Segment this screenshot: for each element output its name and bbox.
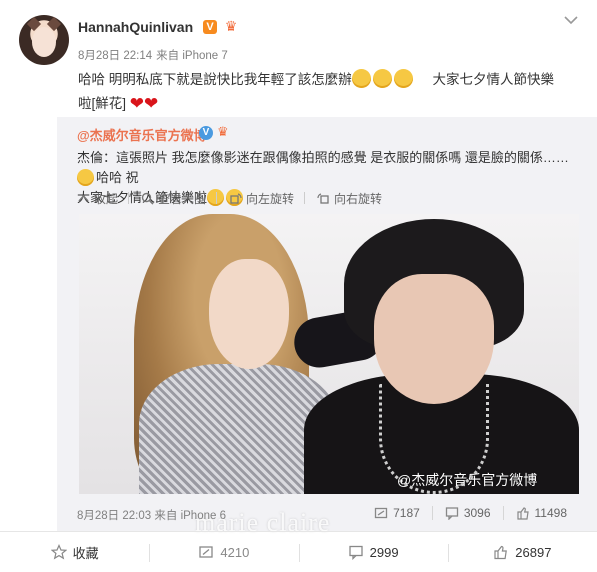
comment-icon — [445, 507, 458, 520]
post-text-line1: 哈哈 明明私底下就是說快比我年輕了該怎麼辦 — [78, 72, 352, 87]
verified-badge[interactable]: V — [199, 126, 213, 140]
collapse-label: 收起 — [94, 191, 119, 206]
member-crown-icon[interactable]: ♛ — [217, 124, 229, 140]
repost-box: @杰威尔音乐官方微博 V ♛ 杰倫：這張照片 我怎麼像影迷在跟偶像拍照的感覺 是… — [57, 117, 597, 531]
emoji-icon — [393, 69, 413, 88]
repost-action-count: 4210 — [220, 544, 250, 560]
repost-button[interactable]: 4210 — [149, 532, 298, 572]
view-large-button[interactable]: 查看大图 — [141, 189, 206, 207]
like-button[interactable]: 26897 — [447, 532, 597, 572]
favorite-button[interactable]: 收藏 — [0, 532, 149, 572]
photo-watermark: @杰威尔音乐官方微博 — [397, 472, 538, 488]
avatar-face — [32, 27, 56, 57]
post-text-line2: 啦[鮮花] — [78, 96, 127, 111]
repost-icon — [199, 546, 214, 558]
collapse-icon — [78, 194, 89, 202]
comment-icon — [349, 545, 363, 560]
repost-repost-count[interactable]: 7187 — [362, 506, 432, 520]
rotate-left-label: 向左旋转 — [246, 191, 295, 206]
repost-text-line1: 杰倫：這張照片 我怎麼像影迷在跟偶像拍照的感覺 是衣服的關係嗎 還是臉的關係…… — [77, 150, 569, 165]
favorite-label: 收藏 — [72, 545, 99, 561]
like-action-count: 26897 — [515, 544, 552, 560]
comment-action-count: 2999 — [369, 544, 399, 560]
post-photo[interactable]: @杰威尔音乐官方微博 — [79, 214, 579, 494]
post-text-line1-tail: 大家七夕情人節快樂 — [432, 72, 555, 87]
comment-count: 3096 — [463, 506, 491, 520]
rotate-right-icon — [317, 192, 329, 204]
heart-icon: ❤ — [144, 94, 159, 113]
like-count: 11498 — [534, 506, 567, 520]
photo-figure — [209, 259, 289, 369]
weibo-post-card: HannahQuinlivan V ♛ 8月28日 22:14 来自 iPhone… — [0, 0, 597, 572]
user-avatar[interactable] — [19, 15, 69, 65]
heart-icon: ❤ — [129, 94, 145, 113]
comment-button[interactable]: 2999 — [298, 532, 448, 572]
repost-stats: 7187 3096 11498 — [362, 506, 579, 520]
repost-icon — [374, 507, 388, 519]
emoji-icon — [351, 69, 371, 88]
post-source: 来自 iPhone 7 — [156, 50, 228, 62]
post-text: 哈哈 明明私底下就是說快比我年輕了該怎麼辦 大家七夕情人節快樂 啦[鮮花] ❤❤ — [78, 68, 586, 116]
divider — [216, 192, 218, 204]
post-time[interactable]: 8月28日 22:14 — [78, 50, 152, 62]
view-large-label: 查看大图 — [158, 191, 207, 206]
emoji-icon — [77, 169, 94, 186]
like-icon — [516, 507, 529, 520]
post-meta: 8月28日 22:14 来自 iPhone 7 — [78, 47, 228, 63]
repost-comment-count[interactable]: 3096 — [431, 506, 503, 520]
collapse-button[interactable]: 收起 — [77, 189, 118, 207]
rotate-right-button[interactable]: 向右旋转 — [317, 189, 382, 207]
divider — [128, 192, 130, 204]
emoji-icon — [372, 69, 392, 88]
repost-time[interactable]: 8月28日 22:03 — [77, 510, 151, 522]
caret-down-icon[interactable] — [563, 14, 579, 26]
rotate-right-label: 向右旋转 — [334, 191, 383, 206]
zoom-icon — [141, 192, 154, 205]
repost-text-line1-tail: 哈哈 祝 — [96, 170, 139, 185]
username-link[interactable]: HannahQuinlivan — [78, 19, 193, 35]
rotate-left-icon — [230, 192, 242, 204]
divider — [304, 192, 306, 204]
image-toolbar: 收起 查看大图 向左旋转 向右旋转 — [77, 189, 394, 207]
verified-badge[interactable]: V — [203, 20, 217, 34]
rotate-left-button[interactable]: 向左旋转 — [229, 189, 294, 207]
repost-like-count[interactable]: 11498 — [502, 506, 579, 520]
repost-count: 7187 — [393, 506, 420, 520]
repost-author-link[interactable]: @杰威尔音乐官方微博 — [77, 125, 207, 144]
star-icon — [50, 544, 67, 560]
action-bar: 收藏 4210 2999 26897 — [0, 531, 597, 572]
like-icon — [494, 545, 508, 560]
member-crown-icon[interactable]: ♛ — [222, 17, 240, 35]
